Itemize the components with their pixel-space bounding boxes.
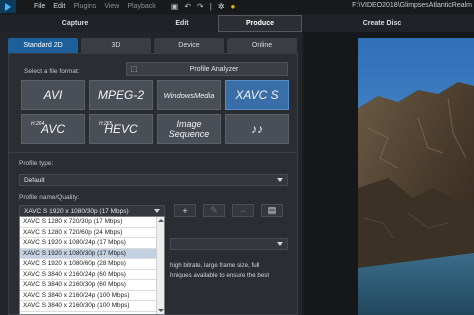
- dropdown-option[interactable]: XAVC S 3840 x 2160/24p (100 Mbps): [20, 291, 164, 301]
- analyzer-icon: ⬚: [130, 66, 138, 73]
- chevron-down-icon: [277, 178, 283, 182]
- dropdown-scrollbar[interactable]: [156, 217, 164, 314]
- menu-file[interactable]: File: [34, 3, 45, 10]
- format-avc-label: AVC: [40, 122, 65, 136]
- menu: File Edit Plugins View Playback: [34, 3, 164, 10]
- delete-profile-button[interactable]: −: [232, 204, 254, 217]
- profile-type-select[interactable]: Default: [19, 174, 288, 186]
- menu-plugins[interactable]: Plugins: [73, 3, 96, 10]
- dropdown-option[interactable]: XAVC S 1920 x 1080/60p (28 Mbps): [20, 259, 164, 270]
- menu-edit[interactable]: Edit: [53, 3, 65, 10]
- edit-profile-button[interactable]: ✎: [203, 204, 225, 217]
- dropdown-option[interactable]: XAVC S 3840 x 2160/24p (60 Mbps): [20, 270, 164, 280]
- settings-gear-icon[interactable]: ✲: [218, 2, 225, 11]
- format-avi-button[interactable]: AVI: [21, 80, 85, 110]
- project-path: F:\VIDEO2018\GlimpsesAtlanticRealm: [352, 2, 472, 9]
- format-h264-avc-button[interactable]: H.264 AVC: [21, 114, 85, 144]
- format-h265-hevc-button[interactable]: H.265 HEVC: [89, 114, 153, 144]
- tab-standard-2d[interactable]: Standard 2D: [8, 38, 78, 53]
- format-xavcs-label: XAVC S: [235, 88, 279, 102]
- menu-view[interactable]: View: [104, 3, 119, 10]
- format-grid: AVI MPEG-2 WindowsMedia XAVC S H.264 AVC …: [21, 80, 289, 144]
- format-windowsmedia-button[interactable]: WindowsMedia: [157, 80, 221, 110]
- format-image-sequence-label: Image Sequence: [168, 119, 210, 139]
- dropdown-option[interactable]: XAVC S 3840 x 2160/30p (60 Mbps): [20, 280, 164, 291]
- section-divider: [8, 152, 298, 153]
- save-icon[interactable]: ▣: [171, 2, 179, 11]
- tab-capture[interactable]: Capture: [0, 15, 150, 32]
- tab-device[interactable]: Device: [154, 38, 224, 53]
- tab-create-disc[interactable]: Create Disc: [302, 15, 462, 32]
- tab-online[interactable]: Online: [227, 38, 297, 53]
- format-xavcs-button[interactable]: XAVC S: [225, 80, 289, 110]
- format-h265-sup: H.265: [99, 121, 113, 127]
- dropdown-option[interactable]: XAVC S 1280 x 720/60p (24 Mbps): [20, 228, 164, 238]
- add-profile-button[interactable]: +: [174, 204, 196, 217]
- dropdown-option-selected[interactable]: XAVC S 1920 x 1080/30p (17 Mbps): [20, 248, 164, 259]
- format-mpeg2-button[interactable]: MPEG-2: [89, 80, 153, 110]
- dropdown-option[interactable]: XAVC S 3840 x 2160/30p (100 Mbps): [20, 301, 164, 312]
- toolbar-icons: ▣ ↶ ↷ | ✲ ●: [168, 2, 239, 11]
- dropdown-option[interactable]: XAVC S 1920 x 1080/24p (17 Mbps): [20, 238, 164, 249]
- profile-description: high bitrate, large frame size, full hni…: [170, 261, 288, 281]
- undo-icon[interactable]: ↶: [184, 2, 191, 11]
- format-image-sequence-button[interactable]: Image Sequence: [157, 114, 221, 144]
- tab-3d[interactable]: 3D: [81, 38, 151, 53]
- separator-icon: |: [209, 2, 212, 11]
- description-line: high bitrate, large frame size, full: [170, 262, 260, 269]
- main-tabs: Capture Edit Produce Create Disc: [0, 15, 474, 32]
- redo-icon[interactable]: ↷: [197, 2, 204, 11]
- chevron-down-icon: [154, 209, 160, 213]
- scroll-down-icon[interactable]: [158, 309, 164, 312]
- profile-details-button[interactable]: ▤: [261, 204, 283, 217]
- format-mpeg2-label: MPEG-2: [97, 88, 144, 102]
- profile-name-label: Profile name/Quality:: [19, 194, 80, 201]
- profile-analyzer-label: Profile Analyzer: [189, 65, 239, 73]
- menu-playback[interactable]: Playback: [127, 3, 155, 10]
- profile-name-value: XAVC S 1920 x 1080/30p (17 Mbps): [24, 207, 129, 215]
- dropdown-option[interactable]: XAVC S 1280 x 720/30p (17 Mbps): [20, 217, 164, 228]
- format-h264-sup: H.264: [31, 121, 45, 127]
- output-type-tabs: Standard 2D 3D Device Online: [8, 38, 300, 53]
- app-logo-icon: [0, 0, 16, 13]
- tab-produce[interactable]: Produce: [218, 15, 302, 32]
- format-avi-label: AVI: [43, 88, 63, 102]
- file-format-label: Select a file format:: [24, 68, 80, 75]
- format-audio-button[interactable]: ♪♪: [225, 114, 289, 144]
- secondary-select[interactable]: [170, 238, 288, 250]
- format-windowsmedia-label: WindowsMedia: [163, 90, 215, 100]
- description-line: hniques available to ensure the best: [170, 272, 270, 279]
- notification-bell-icon[interactable]: ●: [231, 2, 236, 11]
- preview-image: [358, 38, 474, 315]
- profile-type-label: Profile type:: [19, 160, 54, 167]
- menu-bar: File Edit Plugins View Playback ▣ ↶ ↷ | …: [0, 0, 474, 13]
- chevron-down-icon: [277, 242, 283, 246]
- video-preview: [358, 38, 474, 315]
- tab-edit[interactable]: Edit: [150, 15, 214, 32]
- profile-type-value: Default: [24, 176, 45, 184]
- profile-dropdown-list: XAVC S 1280 x 720/30p (17 Mbps) XAVC S 1…: [19, 216, 165, 315]
- scroll-up-icon[interactable]: [158, 219, 164, 222]
- profile-analyzer-button[interactable]: ⬚ Profile Analyzer: [126, 62, 288, 76]
- music-notes-icon: ♪♪: [251, 122, 263, 136]
